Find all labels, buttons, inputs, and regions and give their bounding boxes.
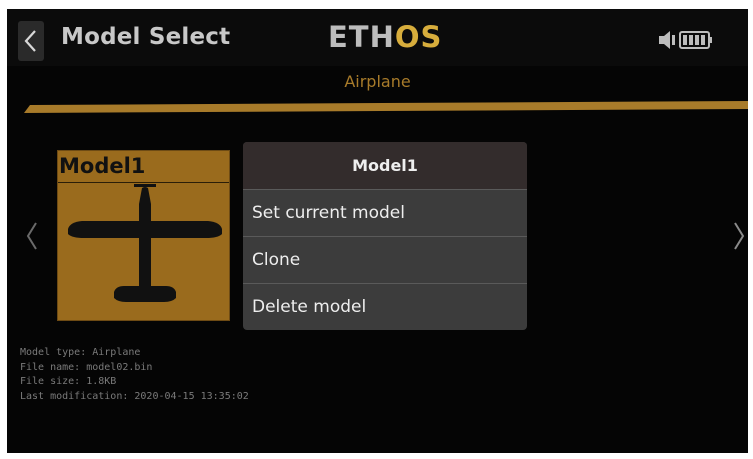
logo-eth-text: ETH: [328, 20, 395, 54]
header-bar: Model Select ETHOS: [7, 9, 748, 66]
speaker-icon: [659, 31, 675, 49]
battery-icon: [679, 31, 712, 49]
context-menu: Model1 Set current model Clone Delete mo…: [243, 142, 527, 330]
status-icons: [656, 28, 716, 52]
file-size-text: File size: 1.8KB: [20, 376, 117, 387]
page-title: Model Select: [61, 24, 231, 50]
logo-os-text: OS: [394, 20, 443, 54]
category-subtitle: Airplane: [344, 72, 411, 91]
next-model-arrow[interactable]: [732, 221, 746, 251]
prev-model-arrow[interactable]: [25, 221, 39, 251]
menu-item-set-current-model[interactable]: Set current model: [243, 189, 527, 236]
menu-item-clone[interactable]: Clone: [243, 236, 527, 283]
airplane-silhouette-icon: [68, 184, 222, 302]
context-menu-title: Model1: [243, 142, 527, 189]
radio-screen: Model Select ETHOS Airplane Model1 Model…: [7, 9, 748, 453]
back-button[interactable]: [18, 21, 44, 61]
chevron-left-icon: [24, 30, 36, 52]
menu-item-delete-model[interactable]: Delete model: [243, 283, 527, 330]
section-divider: [24, 101, 748, 113]
file-name-text: File name: model02.bin: [20, 361, 153, 373]
model-type-text: Model type: Airplane: [20, 347, 141, 358]
ethos-logo: ETHOS: [328, 21, 442, 53]
last-modification-text: Last modification: 2020-04-15 13:35:02: [20, 390, 249, 402]
model-info: Model type: Airplane File name: model02.…: [20, 346, 320, 404]
model-card[interactable]: Model1: [57, 150, 230, 321]
model-card-name: Model1: [59, 154, 146, 178]
